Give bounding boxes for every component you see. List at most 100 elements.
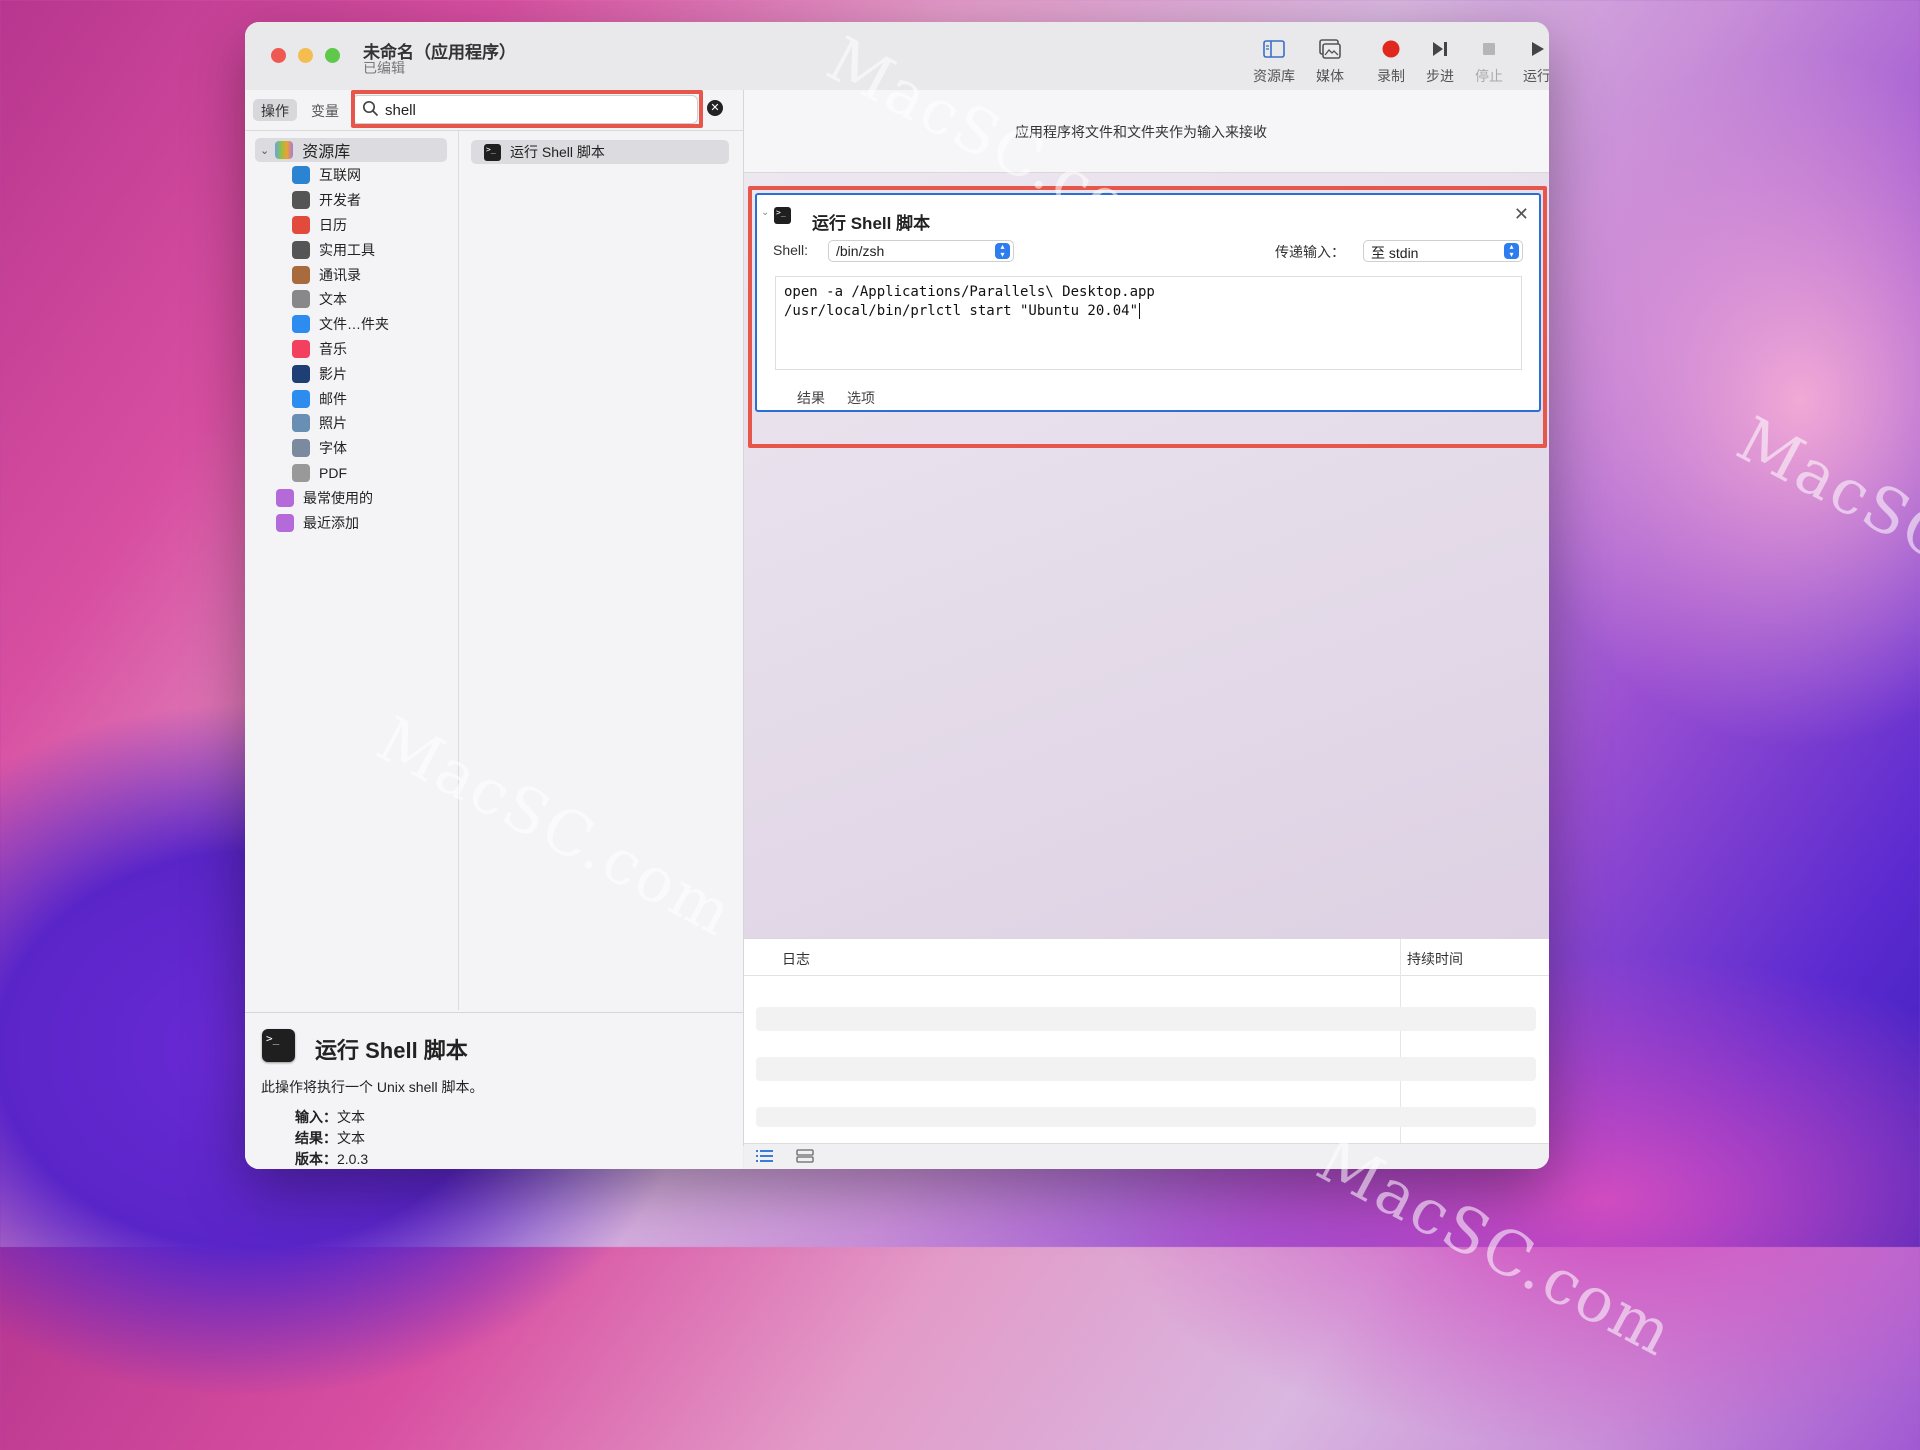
version-value: 2.0.3 <box>337 1151 369 1167</box>
smart-folder-icon <box>276 513 294 532</box>
sidebar-item-pdf[interactable]: PDF <box>292 461 455 486</box>
sidebar-item-label: 影片 <box>319 365 347 382</box>
log-column-header[interactable]: 日志 <box>782 949 810 969</box>
music-icon <box>292 339 310 358</box>
sidebar-item-label: 邮件 <box>319 390 347 407</box>
sidebar-item-label: 照片 <box>319 415 347 432</box>
media-icon <box>1304 36 1356 62</box>
toolbar-run-label: 运行 <box>1523 68 1549 84</box>
sidebar-item-music[interactable]: 音乐 <box>292 337 455 362</box>
toolbar-media-button[interactable]: 媒体 <box>1304 36 1356 86</box>
sidebar-item-font[interactable]: 字体 <box>292 436 455 461</box>
log-header: 日志 持续时间 <box>744 939 1549 976</box>
log-row <box>756 1007 1536 1031</box>
result-label: 结果： <box>295 1130 337 1146</box>
toolbar-stop-button[interactable]: 停止 <box>1463 36 1515 86</box>
terminal-icon: >_ <box>484 143 501 161</box>
sidebar-item-label: 日历 <box>319 216 347 233</box>
record-icon <box>1365 36 1417 62</box>
search-highlight-box <box>351 90 703 128</box>
sidebar-tabs: 操作 变量 <box>253 99 347 121</box>
movie-icon <box>292 364 310 383</box>
text-icon <box>292 290 310 309</box>
sidebar-item-photos[interactable]: 照片 <box>292 411 455 436</box>
sidebar-item-label: 文件…件夹 <box>319 316 389 333</box>
clear-search-icon[interactable]: ✕ <box>707 100 723 116</box>
description-title: 运行 Shell 脚本 <box>315 1038 468 1063</box>
sidebar-item-label: 字体 <box>319 440 347 457</box>
terminal-icon: >_ <box>262 1029 295 1062</box>
photos-icon <box>292 414 310 433</box>
library-books-icon <box>275 141 294 159</box>
description-input-row: 输入：文本 <box>295 1107 365 1127</box>
tab-actions[interactable]: 操作 <box>253 99 297 121</box>
duration-column-header[interactable]: 持续时间 <box>1407 949 1463 969</box>
sidebar-item-label: 最近添加 <box>303 514 359 531</box>
version-label: 版本： <box>295 1151 337 1167</box>
list-view-icon[interactable] <box>756 1149 774 1168</box>
sidebar-smart-item[interactable]: 最近添加 <box>276 510 455 535</box>
sidebar-item-text[interactable]: 文本 <box>292 287 455 312</box>
tab-variables[interactable]: 变量 <box>303 99 347 121</box>
smart-folder-icon <box>276 488 294 507</box>
smart-groups: 最常使用的 最近添加 <box>255 485 455 535</box>
result-value: 文本 <box>337 1130 365 1146</box>
library-icon <box>1248 36 1300 62</box>
sidebar-item-label: 通讯录 <box>319 266 361 283</box>
input-label: 输入： <box>295 1109 337 1125</box>
minimize-window-button[interactable] <box>298 48 313 63</box>
action-item-label: 运行 Shell 脚本 <box>510 144 605 160</box>
tools-icon <box>292 191 310 210</box>
toolbar-run-button[interactable]: 运行 <box>1511 36 1549 86</box>
window-subtitle: 已编辑 <box>363 60 405 76</box>
stop-icon <box>1463 36 1515 62</box>
sidebar-item-label: 文本 <box>319 291 347 308</box>
run-icon <box>1511 36 1549 62</box>
description-text: 此操作将执行一个 Unix shell 脚本。 <box>261 1079 484 1095</box>
sidebar-item-utilities[interactable]: 实用工具 <box>292 237 455 262</box>
sidebar-item-finder[interactable]: 文件…件夹 <box>292 312 455 337</box>
contacts-icon <box>292 265 310 284</box>
pdf-icon <box>292 463 310 482</box>
sidebar-smart-item[interactable]: 最常使用的 <box>276 485 455 510</box>
sidebar-item-calendar[interactable]: 日历 <box>292 213 455 238</box>
sidebar-item-label: 最常使用的 <box>303 489 373 506</box>
sidebar-item-movie[interactable]: 影片 <box>292 361 455 386</box>
library-tree: ⌄ 资源库 互联网开发者日历实用工具通讯录文本文件…件夹音乐影片邮件照片字体 PD… <box>255 138 455 535</box>
toolbar-divider <box>245 130 743 131</box>
action-list: >_ 运行 Shell 脚本 <box>471 140 729 164</box>
description-result-row: 结果：文本 <box>295 1128 365 1148</box>
toolbar-library-button[interactable]: 资源库 <box>1248 36 1300 86</box>
description-version-row: 版本：2.0.3 <box>295 1149 368 1169</box>
toolbar-record-label: 录制 <box>1377 68 1405 84</box>
sidebar-item-mail[interactable]: 邮件 <box>292 386 455 411</box>
sidebar-item-label: PDF <box>319 464 347 481</box>
sidebar-item-contacts[interactable]: 通讯录 <box>292 262 455 287</box>
log-row <box>756 1057 1536 1081</box>
sidebar-item-tools[interactable]: 开发者 <box>292 188 455 213</box>
split-view-icon[interactable] <box>796 1149 814 1168</box>
mail-icon <box>292 389 310 408</box>
globe-icon <box>292 166 310 185</box>
toolbar-stop-label: 停止 <box>1475 68 1503 84</box>
sidebar-item-label: 互联网 <box>319 167 361 184</box>
zoom-window-button[interactable] <box>325 48 340 63</box>
toolbar-library-label: 资源库 <box>1253 68 1295 84</box>
calendar-icon <box>292 215 310 234</box>
toolbar-step-button[interactable]: 步进 <box>1414 36 1466 86</box>
close-window-button[interactable] <box>271 48 286 63</box>
action-item-run-shell-script[interactable]: >_ 运行 Shell 脚本 <box>471 140 729 164</box>
library-root-item[interactable]: ⌄ 资源库 <box>255 138 447 162</box>
log-panel: 日志 持续时间 <box>744 938 1549 1144</box>
input-value: 文本 <box>337 1109 365 1125</box>
sidebar-item-globe[interactable]: 互联网 <box>292 163 455 188</box>
library-pane: 操作 变量 ✕ ⌄ 资源库 互联网开发者日历实用工具通讯录文本文件…件夹音乐影片… <box>245 90 744 1169</box>
toolbar-record-button[interactable]: 录制 <box>1365 36 1417 86</box>
action-description-panel: >_ 运行 Shell 脚本 此操作将执行一个 Unix shell 脚本。 输… <box>245 1012 743 1169</box>
step-icon <box>1414 36 1466 62</box>
library-categories: 互联网开发者日历实用工具通讯录文本文件…件夹音乐影片邮件照片字体 PDF <box>255 163 455 485</box>
automator-window: 未命名（应用程序） 已编辑 资源库 媒体 录制 步进 停止 运行 操作 变量 s… <box>245 22 1549 1169</box>
toolbar-media-label: 媒体 <box>1316 68 1344 84</box>
toolbar-step-label: 步进 <box>1426 68 1454 84</box>
chevron-down-icon[interactable]: ⌄ <box>260 144 269 157</box>
